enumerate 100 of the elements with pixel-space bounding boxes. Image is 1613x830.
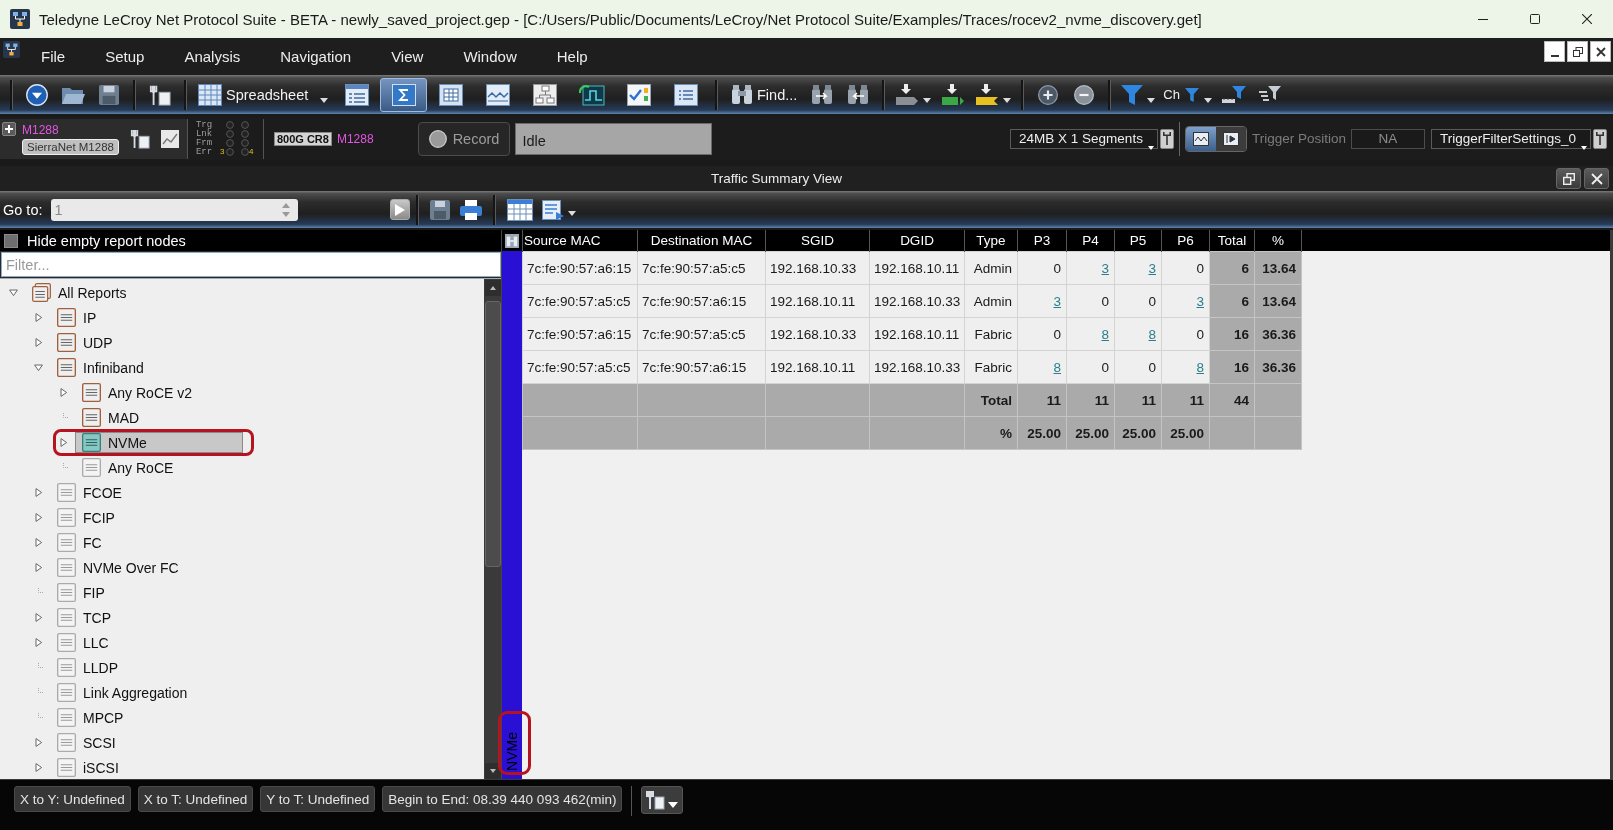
expander-icon[interactable]: [59, 438, 68, 447]
tree-item[interactable]: LLDP: [50, 657, 126, 678]
tree-item[interactable]: Infiniband: [50, 357, 151, 378]
expander-icon[interactable]: [34, 338, 43, 347]
tree-item[interactable]: FCOE: [50, 482, 129, 503]
tree-item[interactable]: MAD: [75, 407, 147, 428]
expander-icon[interactable]: [59, 388, 68, 397]
expander-icon[interactable]: [34, 763, 43, 772]
expander-icon[interactable]: [34, 613, 43, 622]
tree-item[interactable]: Any RoCE: [75, 457, 181, 478]
tree-item[interactable]: iSCSI: [50, 757, 126, 778]
menu-item[interactable]: Window: [442, 48, 536, 65]
menu-item[interactable]: File: [20, 48, 85, 65]
expander-icon[interactable]: [34, 313, 43, 322]
tree-item[interactable]: MPCP: [50, 707, 131, 728]
column-header[interactable]: SGID: [765, 230, 870, 252]
count-link[interactable]: 8: [1053, 359, 1061, 375]
tree-item[interactable]: Link Aggregation: [50, 682, 195, 703]
table-cell: 7c:fe:90:57:a6:15: [637, 350, 766, 384]
expander-icon[interactable]: [34, 488, 43, 497]
scroll-up-icon[interactable]: [485, 280, 501, 296]
download-icon: [975, 83, 1000, 106]
column-header[interactable]: P3: [1017, 230, 1067, 252]
expander-icon[interactable]: [34, 513, 43, 522]
column-header[interactable]: Destination MAC: [637, 230, 766, 252]
tree-item[interactable]: Any RoCE v2: [75, 382, 200, 403]
menu-item[interactable]: Navigation: [259, 48, 371, 65]
menu-item[interactable]: View: [370, 48, 443, 65]
tree-item[interactable]: LLC: [50, 632, 116, 653]
trigger-filter-dropdown[interactable]: TriggerFilterSettings_0: [1430, 128, 1591, 149]
tree-item[interactable]: All Reports: [25, 282, 134, 303]
tree-item[interactable]: FC: [50, 532, 109, 553]
count-link[interactable]: 3: [1101, 260, 1109, 276]
scrollbar[interactable]: [484, 279, 501, 779]
go-button[interactable]: [389, 199, 410, 220]
tree-item[interactable]: IP: [50, 307, 104, 328]
table-icon[interactable]: [504, 233, 520, 248]
count-link[interactable]: 8: [1196, 359, 1204, 375]
tree-item[interactable]: SCSI: [50, 732, 123, 753]
close-icon: [1590, 172, 1603, 185]
table-cell: 7c:fe:90:57:a6:15: [637, 284, 766, 318]
tree-item[interactable]: UDP: [50, 332, 120, 353]
find-button[interactable]: Find...: [724, 77, 805, 112]
add-device-button[interactable]: [2, 121, 16, 136]
count-link[interactable]: 3: [1053, 293, 1061, 309]
count-link[interactable]: 8: [1148, 326, 1156, 342]
scrollbar-thumb[interactable]: [485, 301, 501, 567]
sigma-icon: [391, 83, 416, 106]
table-cell: 192.168.10.11: [869, 317, 965, 351]
column-header[interactable]: DGID: [869, 230, 965, 252]
buffer-dropdown[interactable]: 24MB X 1 Segments: [1010, 128, 1158, 149]
tools-button[interactable]: [641, 786, 684, 814]
column-header[interactable]: %: [1254, 230, 1302, 252]
settings-button[interactable]: [1593, 128, 1607, 149]
count-link[interactable]: 3: [1148, 260, 1156, 276]
list-icon: [673, 83, 698, 106]
settings-button[interactable]: [1159, 128, 1174, 149]
menu-item[interactable]: Setup: [84, 48, 164, 65]
device-button[interactable]: SierraNet M1288: [22, 138, 119, 155]
tree-item[interactable]: FCIP: [50, 507, 122, 528]
column-header[interactable]: Total: [1209, 230, 1255, 252]
expander-icon[interactable]: [34, 738, 43, 747]
chart-icon[interactable]: [160, 129, 179, 148]
spinner-icon: [281, 202, 290, 217]
trigger-position-field[interactable]: NA: [1350, 128, 1425, 149]
tree-item[interactable]: TCP: [50, 607, 118, 628]
tree-item[interactable]: NVMe: [75, 432, 243, 453]
column-header[interactable]: P6: [1161, 230, 1210, 252]
view-button[interactable]: [380, 77, 427, 112]
restore-button[interactable]: [1556, 168, 1581, 189]
expander-icon[interactable]: [9, 288, 18, 297]
column-header[interactable]: P5: [1114, 230, 1162, 252]
expander-icon[interactable]: [34, 638, 43, 647]
filter-field[interactable]: Filter...: [1, 252, 501, 277]
column-header[interactable]: Source MAC: [522, 230, 638, 252]
capture-mode-button[interactable]: [1185, 126, 1216, 151]
minimize-button[interactable]: [1544, 41, 1565, 62]
tree-item[interactable]: FIP: [50, 582, 112, 603]
tree-item[interactable]: NVMe Over FC: [50, 557, 186, 578]
expander-icon[interactable]: [34, 363, 43, 372]
column-header[interactable]: P4: [1066, 230, 1115, 252]
wrench-icon[interactable]: [128, 128, 151, 149]
menu-item[interactable]: Help: [535, 48, 607, 65]
expander-icon[interactable]: [34, 563, 43, 572]
expander-icon[interactable]: [34, 538, 43, 547]
menu-item[interactable]: Analysis: [163, 48, 260, 65]
record-button[interactable]: Record: [417, 121, 511, 156]
restore-button[interactable]: [1567, 41, 1588, 62]
count-link[interactable]: 3: [1196, 293, 1204, 309]
close-button[interactable]: [1584, 168, 1609, 189]
hide-empty-checkbox[interactable]: [4, 233, 18, 248]
close-button[interactable]: [1590, 41, 1611, 62]
channel-filter-button[interactable]: Ch: [1159, 77, 1216, 112]
view-dropdown[interactable]: Spreadsheet: [193, 77, 333, 112]
count-link[interactable]: 8: [1101, 326, 1109, 342]
app-icon: [10, 9, 30, 29]
scroll-down-icon[interactable]: [485, 763, 501, 779]
filter-icon: [1121, 84, 1144, 105]
capture-mode-button[interactable]: [1215, 126, 1246, 151]
column-header[interactable]: Type: [964, 230, 1018, 252]
